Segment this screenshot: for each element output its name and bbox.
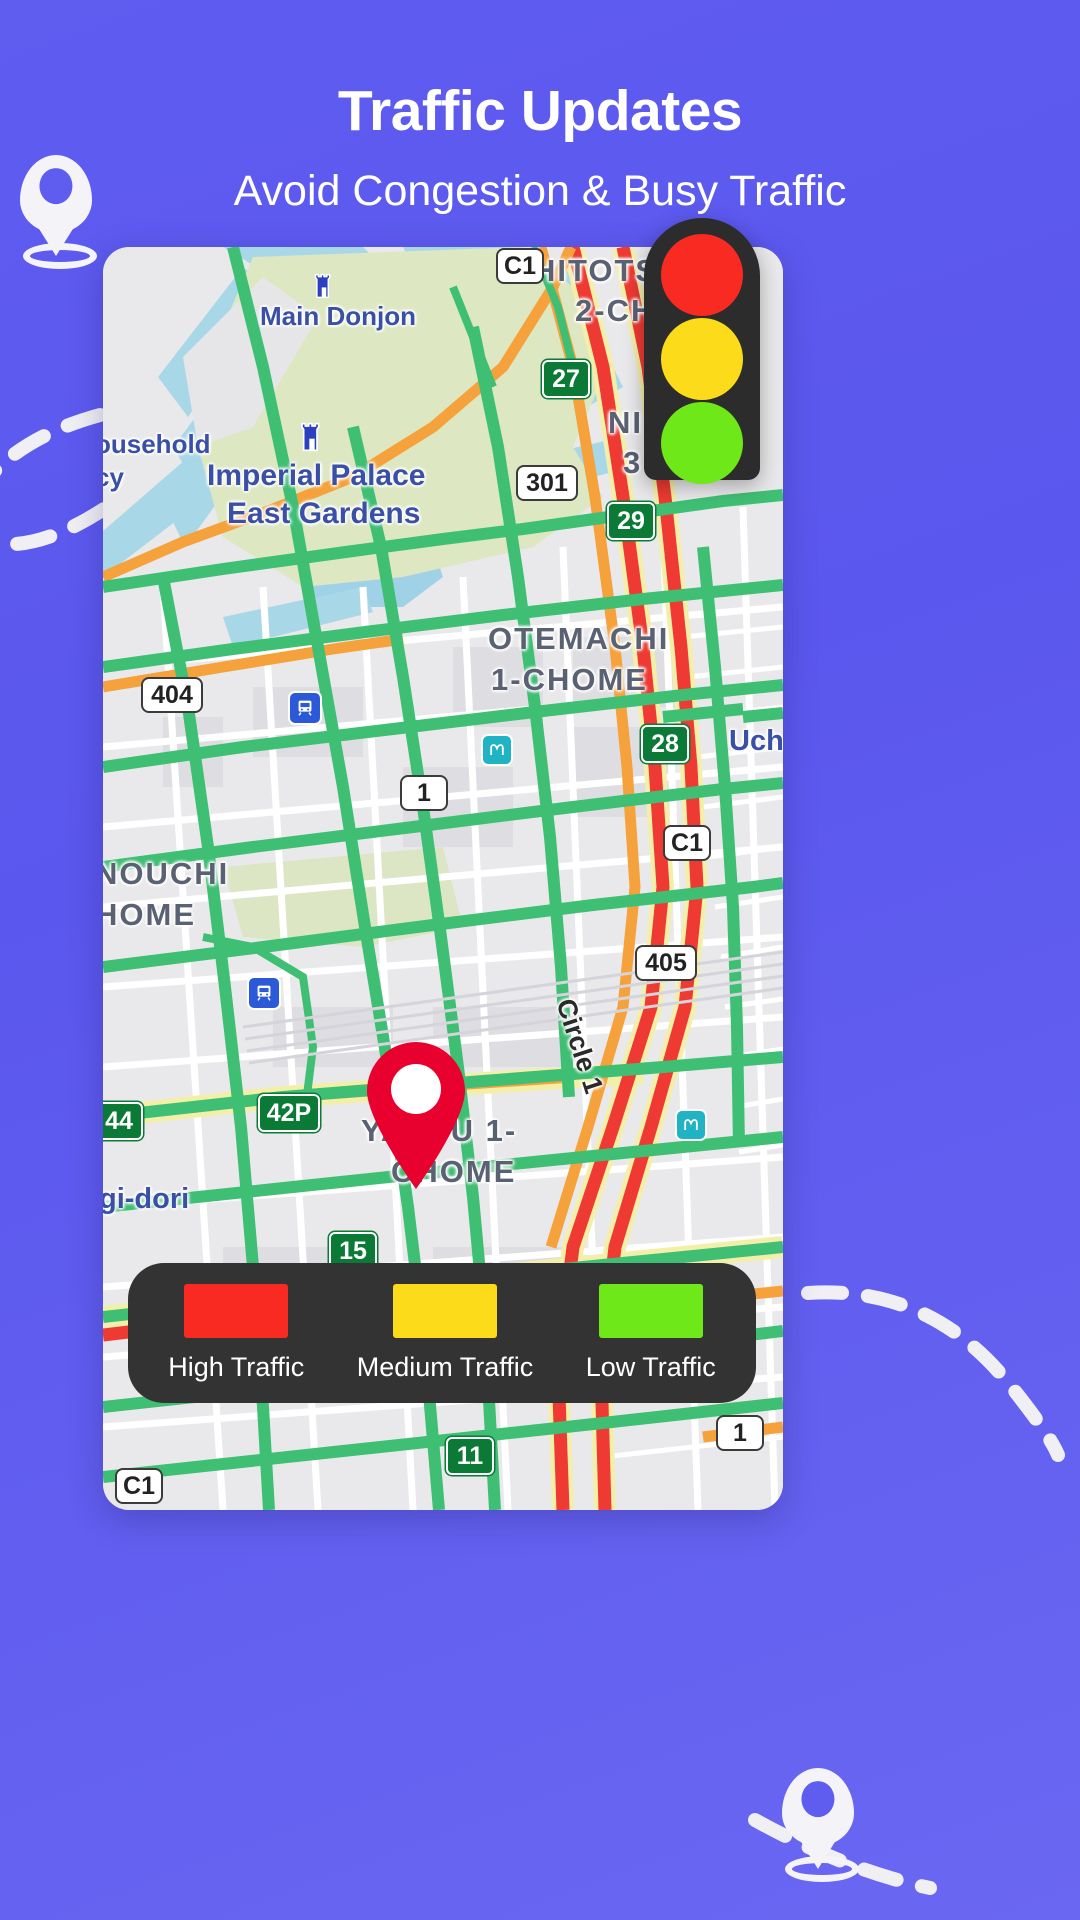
road-shield: 44: [103, 1102, 143, 1140]
pin-shape: [782, 1768, 854, 1846]
traffic-signal: [644, 218, 760, 484]
traffic-lamp-yellow: [661, 318, 743, 400]
dashed-route-left-lower: [0, 408, 107, 476]
map-pin-decor-bottom-right: [782, 1768, 862, 1882]
legend-swatch-low: [598, 1283, 703, 1338]
legend-item: High Traffic: [168, 1283, 305, 1383]
legend-item: Low Traffic: [585, 1283, 716, 1383]
road-shield: C1: [115, 1468, 163, 1504]
road-shield: 301: [516, 465, 578, 501]
traffic-lamp-red: [661, 234, 743, 316]
castle-icon: [292, 417, 332, 462]
page-title: Traffic Updates: [337, 79, 743, 143]
subway-icon: [481, 734, 513, 766]
pin-shape: [20, 155, 92, 233]
road-shield: C1: [496, 248, 544, 284]
road-shield: C1: [663, 825, 711, 861]
legend-swatch-medium: [393, 1283, 497, 1338]
legend-label-medium: Medium Traffic: [356, 1351, 534, 1382]
castle-icon: [307, 269, 341, 308]
pin-hole: [39, 168, 73, 205]
legend-swatch-high: [184, 1283, 289, 1338]
road-shield: 1: [716, 1415, 764, 1451]
road-shield: 27: [542, 360, 590, 398]
dashed-route-right: [801, 1285, 1065, 1462]
road-shield: 1: [400, 775, 448, 811]
legend-label-low: Low Traffic: [585, 1351, 716, 1382]
road-shield: 405: [635, 945, 697, 981]
subway-icon: [675, 1109, 707, 1141]
traffic-legend: High Traffic Medium Traffic Low Traffic: [128, 1263, 756, 1403]
train-station-icon: [288, 691, 322, 725]
legend-label-high: High Traffic: [168, 1351, 305, 1382]
road-shield: 42P: [258, 1094, 320, 1132]
header: Traffic Updates Avoid Congestion & Busy …: [0, 0, 1080, 216]
pin-hole: [801, 1781, 835, 1818]
road-shield: 28: [641, 725, 689, 763]
pin-base-ring: [23, 243, 97, 269]
road-shield: 11: [446, 1437, 494, 1475]
road-shield: 404: [141, 677, 203, 713]
road-shield: 29: [607, 502, 655, 540]
legend-item: Medium Traffic: [356, 1283, 534, 1383]
map-pin-decor-left: [20, 155, 100, 269]
train-station-icon: [247, 976, 281, 1010]
page-subtitle: Avoid Congestion & Busy Traffic: [233, 166, 847, 215]
promo-screen: Traffic Updates Avoid Congestion & Busy …: [0, 0, 1080, 1920]
pin-base-ring: [785, 1856, 859, 1882]
location-pin[interactable]: [361, 1039, 471, 1189]
traffic-lamp-green: [661, 402, 743, 484]
